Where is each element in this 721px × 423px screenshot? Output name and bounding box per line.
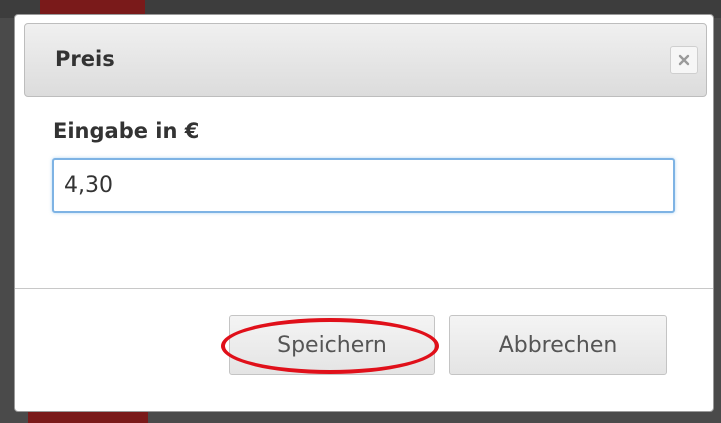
close-icon xyxy=(678,54,690,66)
save-button[interactable]: Speichern xyxy=(229,315,435,375)
footer-divider xyxy=(15,288,713,289)
price-input[interactable] xyxy=(52,158,675,213)
price-dialog: Preis Eingabe in € Speichern Abbrechen xyxy=(14,14,714,412)
dialog-title: Preis xyxy=(55,47,115,71)
close-button[interactable] xyxy=(670,46,698,74)
price-field-label: Eingabe in € xyxy=(53,119,200,143)
dialog-header: Preis xyxy=(24,23,707,97)
cancel-button[interactable]: Abbrechen xyxy=(449,315,667,375)
